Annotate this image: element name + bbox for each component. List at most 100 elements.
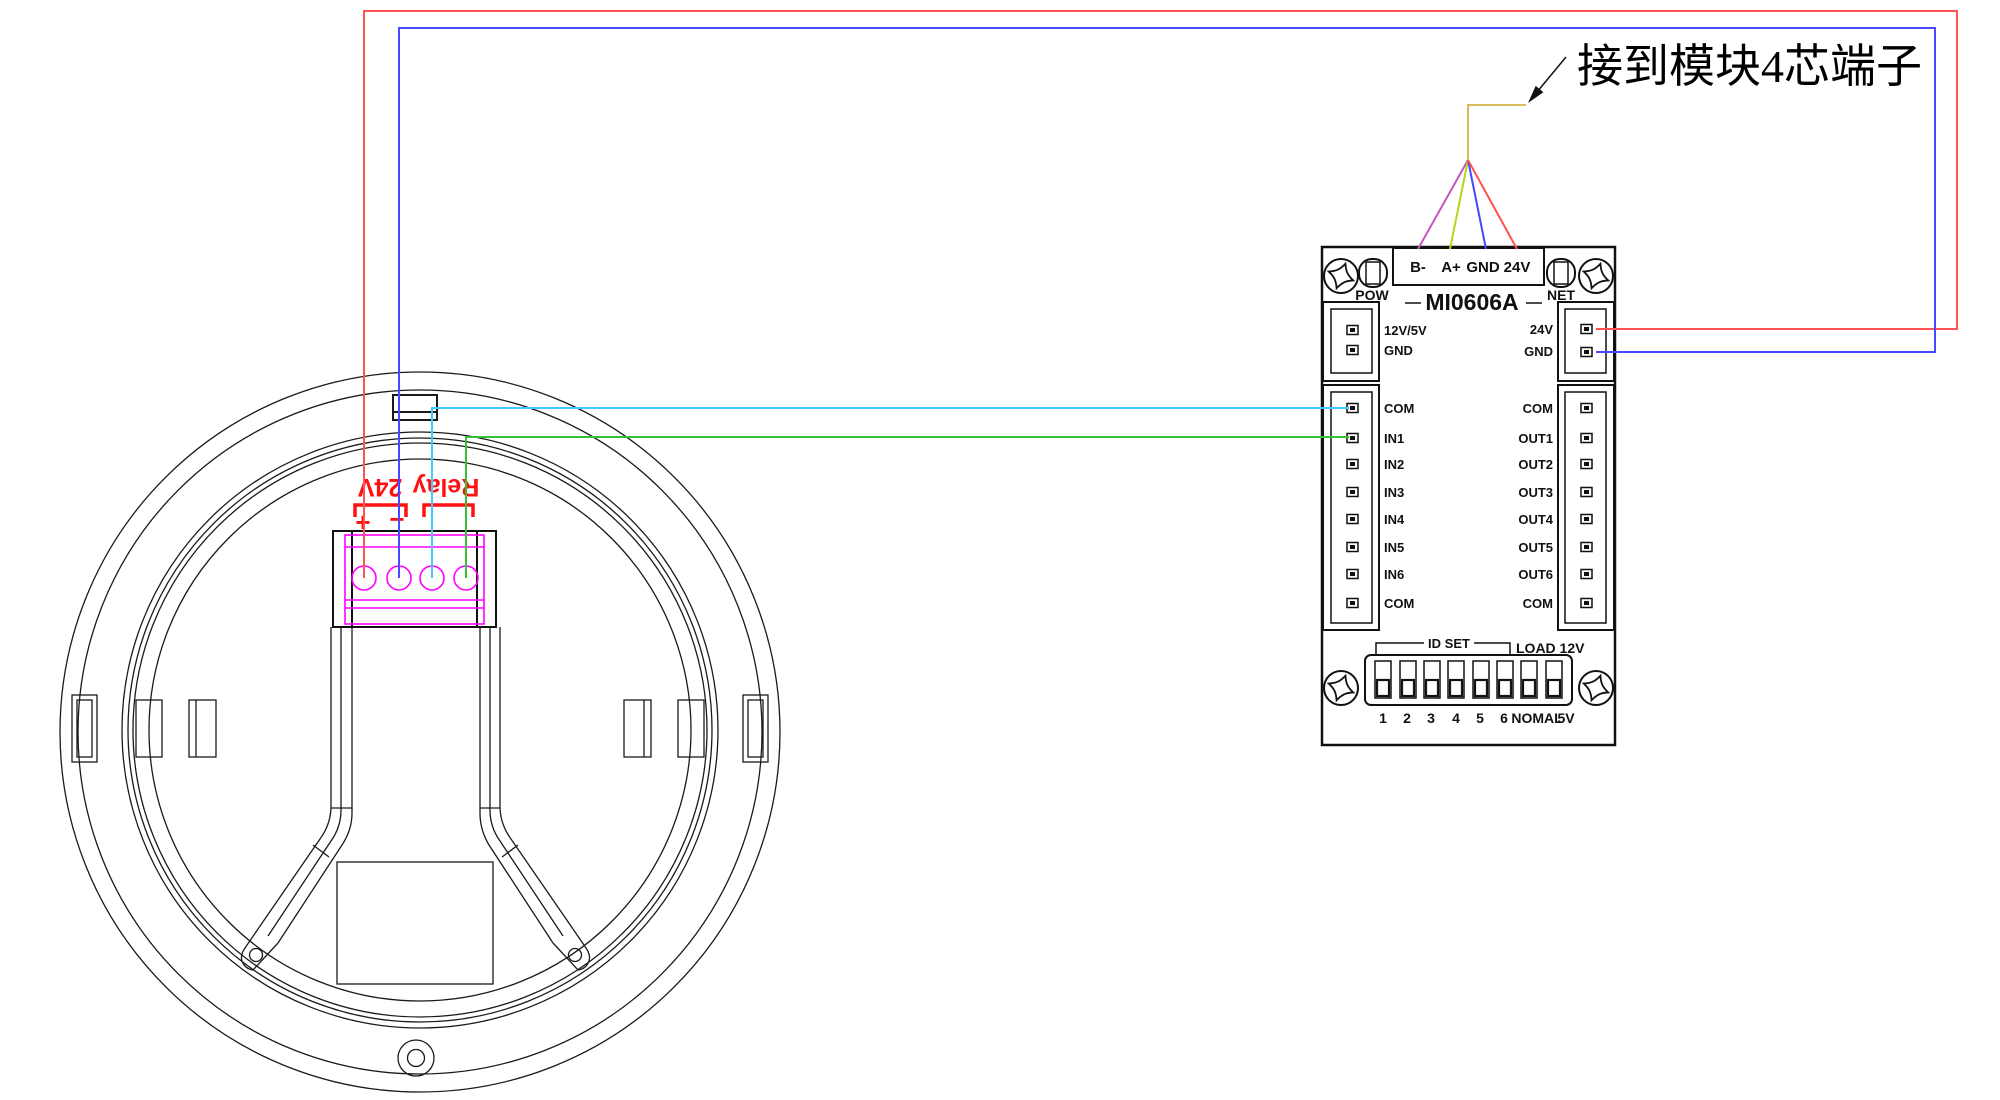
device-silkscreen: 24V Relay + − <box>355 473 479 537</box>
pin <box>1581 434 1592 443</box>
wire-com-cyan <box>432 408 1349 578</box>
pin <box>1581 543 1592 552</box>
top-terminal-label-a: A+ <box>1441 259 1461 276</box>
pin <box>1347 460 1358 469</box>
wire-in1-green <box>466 437 1349 578</box>
screw-top-left <box>1324 259 1358 293</box>
device-terminal-block <box>333 531 496 627</box>
pin <box>1581 570 1592 579</box>
label-relay: Relay <box>413 473 480 501</box>
callout-leader-line <box>1537 57 1566 92</box>
wire-gnd-blue <box>399 28 1935 578</box>
mounting-slots <box>72 695 768 762</box>
pin <box>1581 515 1592 524</box>
io-left-com-top: COM <box>1384 401 1414 416</box>
power-left-label-12v: 12V/5V <box>1384 323 1427 338</box>
net-socket <box>1547 259 1575 287</box>
speaker-back-box <box>337 862 493 984</box>
wire-24v-red <box>364 11 1957 578</box>
slot-left-outer <box>72 695 97 762</box>
funnel-foot-right <box>553 929 590 970</box>
dip-switch-6[interactable] <box>1497 661 1513 698</box>
pin <box>1581 488 1592 497</box>
io-left-in2: IN2 <box>1384 457 1404 472</box>
callout-text: 接到模块4芯端子 <box>1577 41 1922 92</box>
wiring-diagram-page: 24V Relay + − <box>0 0 2000 1100</box>
io-left-in6: IN6 <box>1384 567 1404 582</box>
slot-right-inner <box>624 700 651 757</box>
power-left-label-gnd: GND <box>1384 343 1413 358</box>
wire-fan-yellowgreen <box>1450 160 1468 249</box>
id-set-label: ID SET <box>1428 636 1470 651</box>
callout: 接到模块4芯端子 <box>1528 41 1922 103</box>
pin <box>1347 488 1358 497</box>
pin <box>1581 599 1592 608</box>
pin <box>1581 404 1592 413</box>
dip-switch-3[interactable] <box>1424 661 1440 698</box>
io-right-com-top: COM <box>1523 401 1553 416</box>
dip-switch-4[interactable] <box>1448 661 1464 698</box>
dip-switch-1[interactable] <box>1375 661 1391 698</box>
terminal-block-magenta <box>345 535 484 624</box>
io-right-out6: OUT6 <box>1518 567 1553 582</box>
pin <box>1347 570 1358 579</box>
load-12v-label: LOAD 12V <box>1516 640 1585 656</box>
screw-top-right <box>1579 259 1613 293</box>
wire-fan-red <box>1468 160 1517 249</box>
pin <box>1347 346 1358 355</box>
dip-label-6: 6 <box>1500 710 1508 726</box>
io-left-com-bottom: COM <box>1384 596 1414 611</box>
pin <box>1347 599 1358 608</box>
pow-label: POW <box>1355 287 1389 303</box>
dip-label-1: 1 <box>1379 710 1387 726</box>
pow-socket <box>1359 259 1387 287</box>
pin <box>1347 543 1358 552</box>
module-title: MI0606A <box>1425 289 1518 315</box>
dip-label-5: 5 <box>1476 710 1484 726</box>
io-right-out1: OUT1 <box>1518 431 1553 446</box>
io-right-out3: OUT3 <box>1518 485 1553 500</box>
power-connector-right <box>1558 302 1614 381</box>
io-connector-right <box>1558 385 1614 630</box>
dip-label-nomal: NOMAL <box>1511 710 1563 726</box>
power-connector-left <box>1323 302 1379 381</box>
wire-fan-purple <box>1418 160 1468 249</box>
pin <box>1347 515 1358 524</box>
dip-switch-2[interactable] <box>1400 661 1416 698</box>
io-right-out4: OUT4 <box>1518 512 1553 527</box>
wire-bundle-yellow <box>1468 105 1526 160</box>
wiring-diagram: 24V Relay + − <box>0 0 2000 1100</box>
dip-label-5v: 5V <box>1557 710 1575 726</box>
pin <box>1581 325 1592 334</box>
top-terminal-label-24v: 24V <box>1504 259 1531 276</box>
wires <box>364 11 1957 578</box>
pin <box>1347 326 1358 335</box>
io-right-out5: OUT5 <box>1518 540 1553 555</box>
module-board <box>1322 247 1615 745</box>
label-minus: − <box>389 504 404 534</box>
pin <box>1581 460 1592 469</box>
io-connector-left <box>1323 385 1379 630</box>
screw-bottom-left <box>1324 671 1358 705</box>
io-right-com-bottom: COM <box>1523 596 1553 611</box>
id-set-bracket <box>1376 643 1424 655</box>
power-right-label-24v: 24V <box>1530 322 1553 337</box>
io-left-in4: IN4 <box>1384 512 1405 527</box>
dip-switch-nomal[interactable] <box>1521 661 1537 698</box>
net-label: NET <box>1547 287 1575 303</box>
io-left-in5: IN5 <box>1384 540 1404 555</box>
dip-label-2: 2 <box>1403 710 1411 726</box>
wire-fan-blue <box>1468 160 1486 249</box>
screw-bottom-right <box>1579 671 1613 705</box>
slot-left-inner <box>189 700 216 757</box>
dip-label-3: 3 <box>1427 710 1435 726</box>
io-left-in1: IN1 <box>1384 431 1404 446</box>
top-terminal-label-gnd: GND <box>1466 259 1500 276</box>
bottom-mount-hole <box>398 1040 434 1076</box>
io-left-in3: IN3 <box>1384 485 1404 500</box>
slot-right-outer <box>743 695 768 762</box>
dip-switch-5[interactable] <box>1473 661 1489 698</box>
dip-switch-5v[interactable] <box>1546 661 1562 698</box>
id-set-bracket <box>1474 643 1510 655</box>
funnel-foot-left <box>241 929 278 970</box>
